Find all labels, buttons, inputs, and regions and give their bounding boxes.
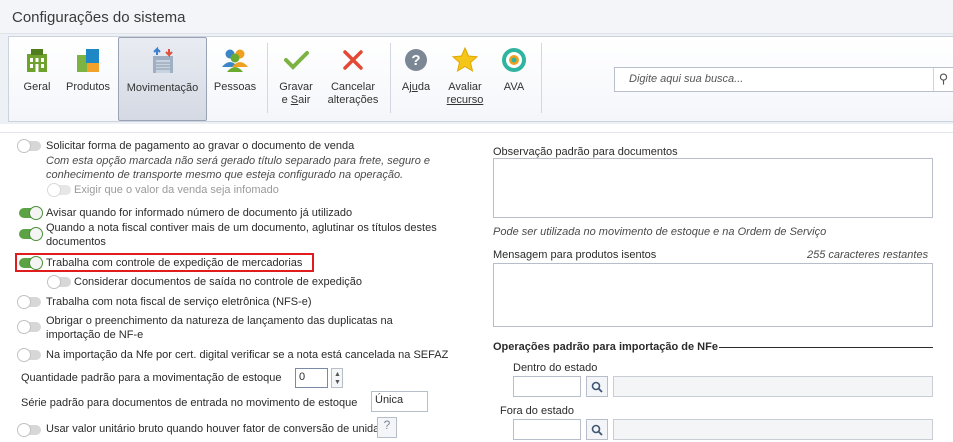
save-label-line2: e Sair (281, 94, 311, 106)
search-icon (591, 381, 603, 393)
help-question-button[interactable]: ? (377, 417, 397, 438)
ava-button[interactable]: AVA (494, 37, 534, 121)
quantidade-spinner[interactable]: ▲ ▼ (331, 368, 343, 388)
star-icon (451, 46, 479, 73)
geral-label: Geral (23, 81, 51, 93)
option-sefaz-label: Na importação da Nfe por cert. digital v… (46, 349, 449, 361)
svg-text:?: ? (411, 52, 420, 69)
option-controle-expedicao-label: Trabalha com controle de expedição de me… (46, 257, 303, 269)
produtos-button[interactable]: Produtos (61, 37, 115, 121)
search-icon[interactable]: ⚲ (933, 68, 953, 91)
obs-hint: Pode ser utilizada no movimento de estoq… (493, 226, 827, 238)
search-input[interactable]: Digite aqui sua busca... ⚲ (614, 67, 953, 92)
warehouse-icon (152, 46, 173, 73)
msg-textarea[interactable] (493, 263, 933, 327)
dentro-code-input[interactable] (513, 376, 581, 397)
dentro-label: Dentro do estado (513, 362, 598, 374)
option-natureza-label-1: Obrigar o preenchimento da natureza de l… (46, 315, 393, 327)
rate-feature-button[interactable]: Avaliar recurso (440, 37, 490, 121)
save-and-exit-button[interactable]: Gravar e Sair (273, 37, 319, 121)
ava-label: AVA (503, 81, 525, 93)
spin-down-icon[interactable]: ▼ (334, 379, 341, 386)
msg-counter: 255 caracteres restantes (807, 249, 929, 261)
save-label-line1: Gravar (279, 81, 313, 93)
spin-up-icon[interactable]: ▲ (334, 371, 341, 378)
obs-textarea[interactable] (493, 158, 933, 218)
quantidade-label: Quantidade padrão para a movimentação de… (21, 372, 282, 384)
serie-input[interactable]: Única (371, 391, 428, 412)
toggle-pagamento[interactable] (18, 140, 41, 152)
option-valor-unitario-label: Usar valor unitário bruto quando houver … (46, 423, 392, 435)
movimentacao-label: Movimentação (126, 82, 199, 94)
help-button[interactable]: ? Ajuda (396, 37, 436, 121)
toggle-avisar-documento[interactable] (19, 207, 42, 219)
dentro-description-field (613, 376, 933, 397)
checkmark-icon (284, 51, 309, 70)
ribbon-separator (267, 43, 268, 113)
quantidade-input[interactable]: 0 (295, 368, 328, 388)
cancel-label-line1: Cancelar (330, 81, 376, 93)
toggle-natureza[interactable] (18, 321, 41, 333)
close-icon (343, 50, 363, 70)
toggle-controle-expedicao[interactable] (19, 257, 42, 269)
produtos-label: Produtos (65, 81, 111, 93)
pessoas-label: Pessoas (213, 81, 257, 93)
option-pagamento-desc-2: conhecimento de transporte mesmo que est… (46, 169, 404, 181)
ribbon-separator (541, 43, 542, 113)
cancel-changes-button[interactable]: Cancelar alterações (323, 37, 383, 121)
option-natureza-label-2: importação de NF-e (46, 329, 144, 341)
people-icon (222, 49, 248, 72)
help-icon: ? (405, 49, 427, 71)
ribbon-separator (390, 43, 391, 113)
fora-search-button[interactable] (586, 419, 608, 440)
rate-label-line2: recurso (446, 94, 484, 106)
fora-code-input[interactable] (513, 419, 581, 440)
toggle-aglutinar[interactable] (19, 228, 42, 240)
cancel-label-line2: alterações (327, 94, 379, 106)
option-nfse-label: Trabalha com nota fiscal de serviço elet… (46, 296, 312, 308)
toggle-considerar-saida[interactable] (48, 276, 71, 288)
operacoes-title: Operações padrão para importação de NFe (493, 341, 718, 353)
option-avisar-documento-label: Avisar quando for informado número de do… (46, 207, 353, 219)
toolbar-ribbon: Geral Produtos Movimentação Pessoas Grav… (0, 34, 953, 124)
fora-label: Fora do estado (500, 405, 574, 417)
obs-label: Observação padrão para documentos (493, 146, 678, 158)
dentro-search-button[interactable] (586, 376, 608, 397)
movimentacao-button[interactable]: Movimentação (118, 37, 207, 121)
content-divider (0, 132, 953, 133)
option-pagamento-desc-1: Com esta opção marcada não será gerado t… (46, 155, 431, 167)
toggle-valor-unitario[interactable] (18, 424, 41, 436)
search-placeholder: Digite aqui sua busca... (629, 73, 744, 85)
toggle-exigir-valor[interactable] (48, 184, 71, 196)
pessoas-button[interactable]: Pessoas (210, 37, 260, 121)
rate-label-line1: Avaliar (448, 81, 482, 93)
section-rule (719, 347, 933, 348)
help-label: Ajuda (401, 81, 431, 93)
option-exigir-valor-label: Exigir que o valor da venda seja infomad… (74, 184, 279, 196)
msg-label: Mensagem para produtos isentos (493, 249, 657, 261)
toggle-nfse[interactable] (18, 296, 41, 308)
geral-button[interactable]: Geral (17, 37, 57, 121)
option-considerar-saida-label: Considerar documentos de saída no contro… (74, 276, 363, 288)
products-icon (77, 49, 99, 72)
toolbar-panel: Geral Produtos Movimentação Pessoas Grav… (8, 36, 953, 122)
toggle-sefaz[interactable] (18, 349, 41, 361)
ava-icon (502, 48, 526, 72)
window-title: Configurações do sistema (0, 0, 953, 34)
fora-description-field (613, 419, 933, 440)
option-aglutinar-label-1: Quando a nota fiscal contiver mais de um… (46, 222, 437, 234)
search-icon (591, 424, 603, 436)
serie-label: Série padrão para documentos de entrada … (21, 397, 358, 409)
option-pagamento-label: Solicitar forma de pagamento ao gravar o… (46, 140, 355, 152)
building-icon (27, 49, 47, 72)
option-aglutinar-label-2: documentos (46, 236, 106, 248)
